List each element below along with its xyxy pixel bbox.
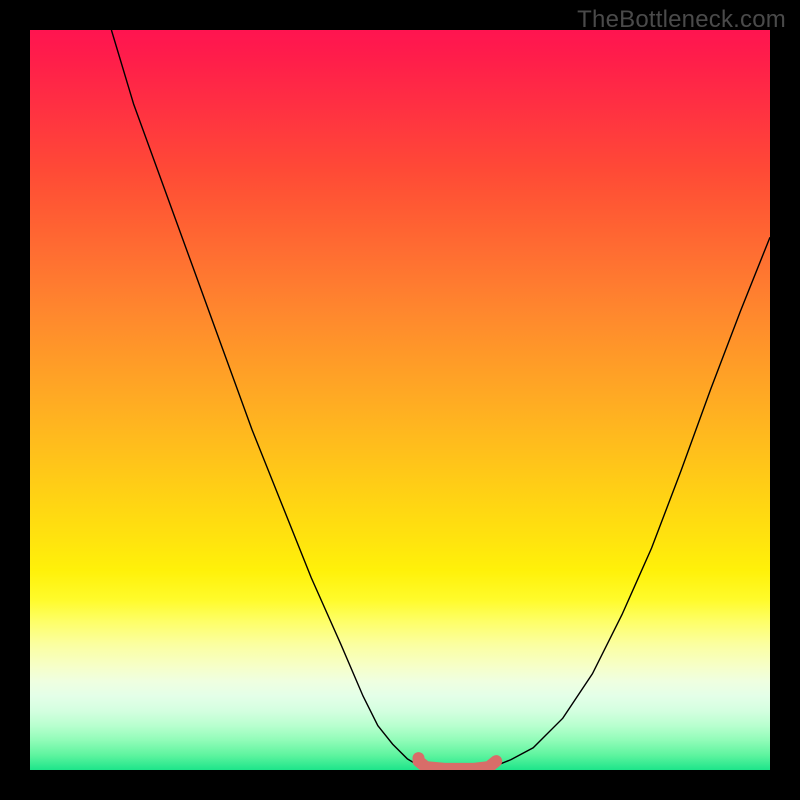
curve-svg [30, 30, 770, 770]
valley-accent [419, 761, 497, 769]
watermark-text: TheBottleneck.com [577, 6, 786, 34]
valley-dot-icon [413, 752, 425, 764]
left-curve [111, 30, 418, 766]
plot-area [30, 30, 770, 770]
right-curve [496, 237, 770, 765]
chart-frame: TheBottleneck.com [0, 0, 800, 800]
